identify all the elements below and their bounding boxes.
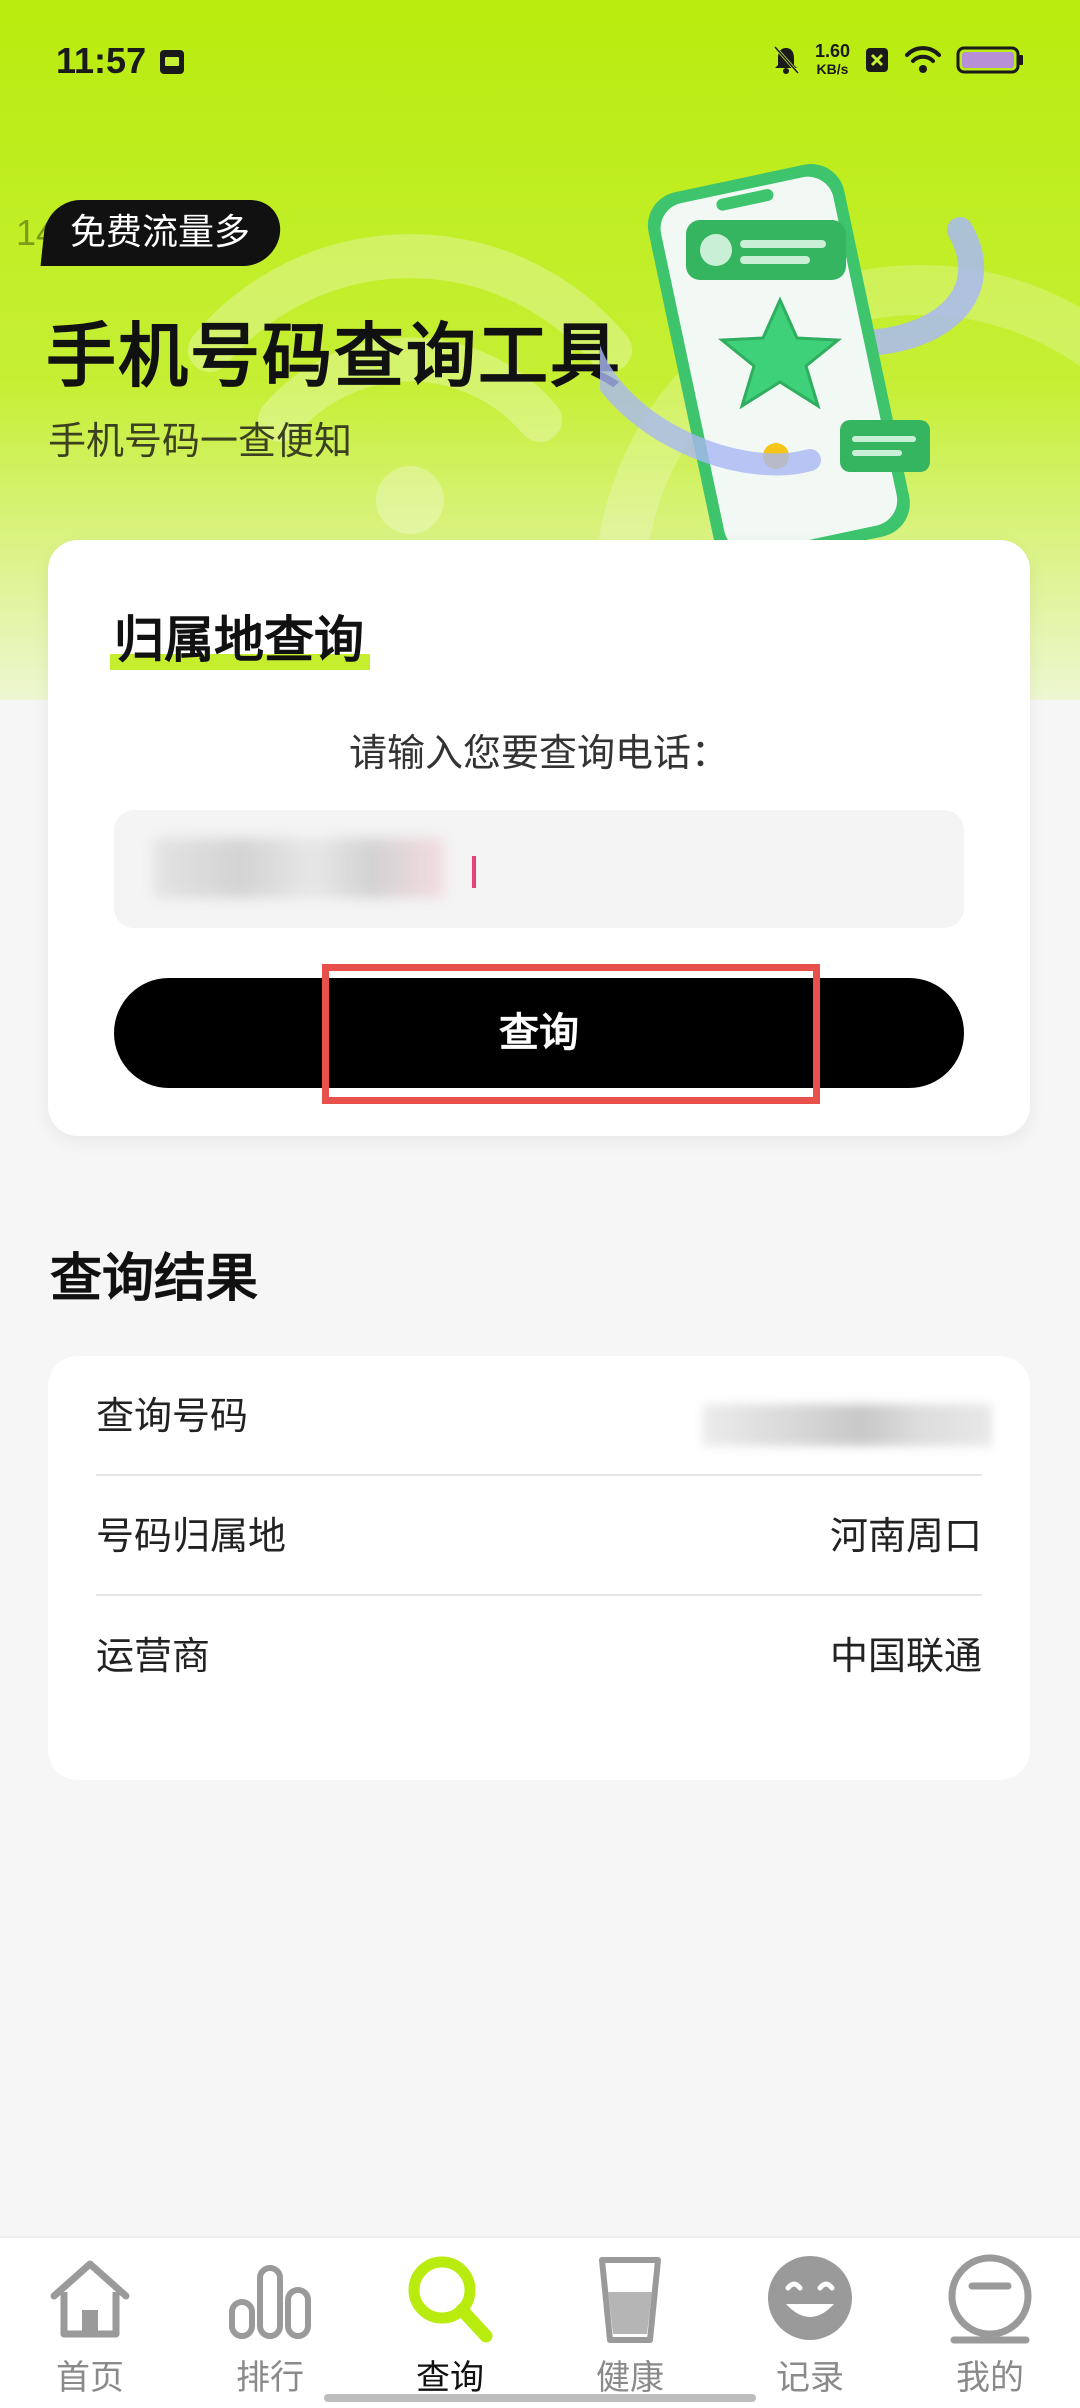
results-card: 查询号码 号码归属地 河南周口 运营商 中国联通 <box>48 1356 1030 1780</box>
page-title: 手机号码查询工具 <box>46 315 622 397</box>
phone-prompt: 请输入您要查询电话： <box>348 731 729 775</box>
bottom-nav: 首页 排行 查询 健康 记录 我的 <box>0 2236 1080 2408</box>
result-row-location: 号码归属地 河南周口 <box>96 1476 982 1596</box>
result-value: 河南周口 <box>829 1514 982 1558</box>
query-card-heading-text: 归属地查询 <box>114 611 364 669</box>
nav-item-mine[interactable]: 我的 <box>900 2246 1080 2398</box>
phone-number-input[interactable] <box>114 810 964 928</box>
nav-label: 记录 <box>776 2358 844 2398</box>
search-icon <box>408 2256 493 2343</box>
face-icon <box>948 2254 1032 2344</box>
nav-label: 排行 <box>236 2358 304 2398</box>
free-traffic-badge-label: 免费流量多 <box>70 212 251 253</box>
result-row-number: 查询号码 <box>96 1356 992 1476</box>
nav-item-records[interactable]: 记录 <box>720 2246 900 2398</box>
screen: 11:57 1.60 KB/s 14 免费流量多 手机号码查询工具 手机号码一查… <box>0 0 1080 2408</box>
nav-label: 查询 <box>416 2358 484 2398</box>
status-icons: 1.60 KB/s <box>771 42 1024 78</box>
home-indicator[interactable] <box>324 2394 756 2402</box>
nav-label: 我的 <box>956 2358 1024 2398</box>
nav-item-query[interactable]: 查询 <box>360 2246 540 2398</box>
free-traffic-badge: 免费流量多 <box>40 200 284 266</box>
net-speed: 1.60 KB/s <box>815 42 850 78</box>
nav-label: 健康 <box>596 2358 664 2398</box>
status-time: 11:57 <box>56 40 147 81</box>
status-bar: 11:57 1.60 KB/s <box>0 0 1080 120</box>
wifi-icon <box>905 46 941 73</box>
nav-item-health[interactable]: 健康 <box>540 2246 720 2398</box>
sim-icon <box>160 50 184 74</box>
page-subtitle: 手机号码一查便知 <box>48 419 353 463</box>
mute-bell-icon <box>773 46 800 74</box>
blurred-result-number <box>702 1404 992 1446</box>
home-icon <box>50 2260 130 2338</box>
text-caret <box>472 856 476 888</box>
glass-icon <box>599 2257 661 2343</box>
result-label: 号码归属地 <box>96 1514 287 1558</box>
net-speed-value: 1.60 <box>814 41 850 61</box>
query-card-heading: 归属地查询 <box>110 600 370 672</box>
battery-icon <box>956 46 1023 74</box>
result-row-carrier: 运营商 中国联通 <box>96 1596 982 1716</box>
phone-illustration-icon <box>600 164 985 550</box>
result-label: 运营商 <box>96 1634 211 1678</box>
bar-chart-icon <box>229 2265 311 2339</box>
results-title: 查询结果 <box>50 1249 259 1309</box>
query-card: 归属地查询 请输入您要查询电话： 查询 <box>48 540 1030 1136</box>
result-label: 查询号码 <box>96 1394 249 1438</box>
nav-label: 首页 <box>56 2358 124 2398</box>
result-value: 中国联通 <box>829 1634 982 1678</box>
smile-icon <box>768 2256 852 2340</box>
query-button[interactable]: 查询 <box>114 978 964 1088</box>
net-speed-unit: KB/s <box>816 61 849 77</box>
blurred-phone-number <box>154 838 444 898</box>
nav-item-home[interactable]: 首页 <box>0 2246 180 2398</box>
no-sim-icon <box>866 48 888 72</box>
nav-item-ranking[interactable]: 排行 <box>180 2246 360 2398</box>
